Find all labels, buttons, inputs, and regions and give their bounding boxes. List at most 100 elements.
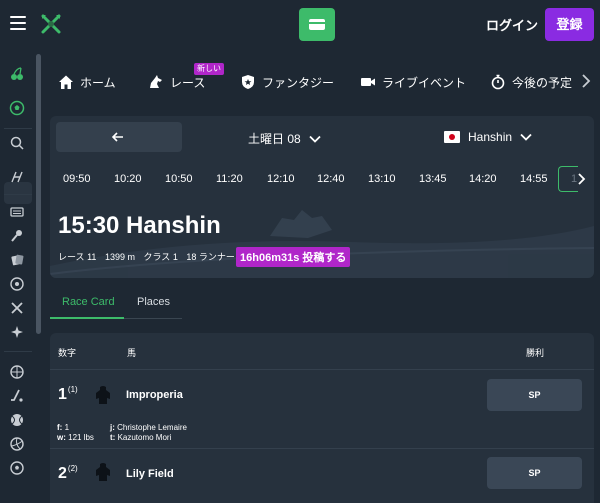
race-time[interactable]: 13:10 [368, 173, 396, 185]
search-icon [10, 136, 24, 150]
odds-button[interactable]: SP [487, 457, 582, 489]
nav-live-events-label: ライブイベント [382, 75, 467, 90]
race-time[interactable]: 14:20 [469, 173, 497, 185]
nav-live-events[interactable]: ライブイベント [360, 72, 466, 92]
rail-scrollbar[interactable] [36, 54, 41, 334]
basketball-icon[interactable] [9, 364, 25, 380]
nav-home[interactable]: ホーム [58, 72, 116, 92]
odds-button[interactable]: SP [487, 379, 582, 411]
japan-flag-icon [444, 131, 460, 143]
race-time[interactable]: 13:45 [419, 173, 447, 185]
rail-search-button[interactable] [4, 182, 32, 204]
nav-scroll-right-icon[interactable] [580, 72, 592, 90]
venue-selector-label: Hanshin [468, 130, 513, 144]
date-selector-label: 土曜日 08 [248, 132, 301, 146]
nav-fantasy-label: ファンタジー [262, 75, 335, 90]
runner-number: 1(1) [58, 385, 78, 403]
tab-places[interactable]: Places [137, 296, 170, 308]
column-win: 勝利 [526, 348, 545, 358]
race-header-panel: 土曜日 08 Hanshin 09:50 10:20 10:50 11:20 1… [50, 116, 594, 278]
wallet-icon [309, 19, 325, 30]
race-number-label: レース [58, 252, 85, 262]
race-meta: レース 11 1399 m クラス 1 18 ランナー [58, 250, 235, 263]
nav-racing-label: レース [170, 75, 206, 90]
race-class-label: クラス [143, 252, 171, 262]
chevron-down-icon [520, 133, 532, 141]
runner-number: 2(2) [58, 464, 78, 482]
race-time[interactable]: 12:40 [317, 173, 345, 185]
race-time[interactable]: 11:20 [216, 173, 243, 185]
jockey-silk-icon [96, 386, 110, 404]
race-title: 15:30 Hanshin [58, 212, 221, 239]
race-time[interactable]: 12:10 [267, 173, 295, 185]
horse-icon [150, 75, 162, 88]
table-row: 1(1) Improperia SP f: 1 w: 121 lbs j: Ch… [50, 371, 594, 449]
countdown-badge: 16h06m31s 投稿する [236, 247, 351, 267]
wallet-button[interactable] [299, 8, 335, 41]
runner-draw: (1) [67, 385, 78, 394]
video-icon [361, 78, 375, 86]
race-time[interactable]: 09:50 [63, 173, 91, 185]
sparkle-icon[interactable] [9, 324, 25, 340]
rail-divider [4, 351, 32, 352]
chevron-down-icon [309, 135, 321, 143]
race-time[interactable]: 14:55 [520, 173, 548, 185]
rail-divider [4, 194, 32, 195]
cherries-icon[interactable] [9, 66, 25, 82]
football-icon[interactable] [9, 460, 25, 476]
race-time[interactable]: 10:20 [114, 173, 142, 185]
race-number-value: 11 [87, 252, 97, 262]
race-distance: 1399 m [104, 252, 135, 262]
runner-count: 18 [186, 252, 197, 262]
race-time[interactable]: 10:50 [165, 173, 193, 185]
race-time-strip: 09:50 10:20 10:50 11:20 12:10 12:40 13:1… [50, 166, 594, 192]
menu-icon[interactable] [10, 16, 26, 30]
soccer-ball-icon[interactable] [9, 100, 25, 116]
register-button[interactable]: 登録 [545, 8, 594, 41]
runner-jockey: j: Christophe Lemaire [110, 423, 187, 432]
nav-home-label: ホーム [80, 75, 116, 90]
jockey-silk-icon [96, 463, 110, 481]
race-tabs: Race Card Places [50, 290, 594, 320]
tab-active-indicator [50, 317, 124, 319]
tab-divider [124, 318, 182, 319]
horse-name[interactable]: Improperia [126, 389, 183, 401]
top-bar: ログイン 登録 [0, 0, 600, 48]
rail-divider [4, 128, 32, 129]
roulette-icon[interactable] [9, 276, 25, 292]
nav-upcoming[interactable]: 今後の予定 [490, 72, 572, 92]
shield-icon [242, 75, 254, 89]
horse-name[interactable]: Lily Field [126, 468, 174, 480]
nav-upcoming-label: 今後の予定 [512, 75, 573, 90]
stopwatch-icon [491, 74, 505, 90]
microphone-icon[interactable] [9, 228, 25, 244]
runner-count-label: ランナー [198, 252, 235, 262]
runner-form: f: 1 [57, 423, 70, 432]
tennis-ball-icon[interactable] [9, 412, 25, 428]
logo-icon[interactable] [40, 13, 62, 35]
crossed-swords-icon[interactable] [9, 300, 25, 316]
tab-race-card[interactable]: Race Card [62, 296, 115, 308]
new-badge: 新しい [194, 63, 224, 75]
keyboard-icon[interactable] [9, 204, 25, 220]
nav-racing[interactable]: レース [148, 72, 205, 92]
main-nav: ホーム レース ファンタジー ライブイベント 今後の予定 [50, 62, 600, 102]
home-icon [59, 75, 73, 89]
login-link[interactable]: ログイン [486, 15, 538, 34]
race-card-table: 数字 馬 勝利 1(1) Improperia SP f: 1 w: 121 l… [50, 333, 594, 503]
runner-weight: w: 121 lbs [57, 433, 94, 442]
arrow-left-icon [111, 132, 123, 142]
sports-rail [0, 48, 36, 503]
runner-draw: (2) [67, 464, 78, 473]
hockey-icon[interactable] [9, 388, 25, 404]
cards-icon[interactable] [9, 252, 25, 268]
back-button[interactable] [56, 122, 182, 152]
date-selector[interactable]: 土曜日 08 [248, 130, 321, 147]
volleyball-icon[interactable] [9, 436, 25, 452]
live-icon[interactable] [9, 169, 25, 185]
venue-selector[interactable]: Hanshin [444, 130, 532, 144]
chevron-right-icon[interactable] [576, 172, 588, 186]
runner-trainer: t: Kazutomo Mori [110, 433, 172, 442]
nav-fantasy[interactable]: ファンタジー [240, 72, 334, 92]
table-header: 数字 馬 勝利 [50, 333, 594, 370]
